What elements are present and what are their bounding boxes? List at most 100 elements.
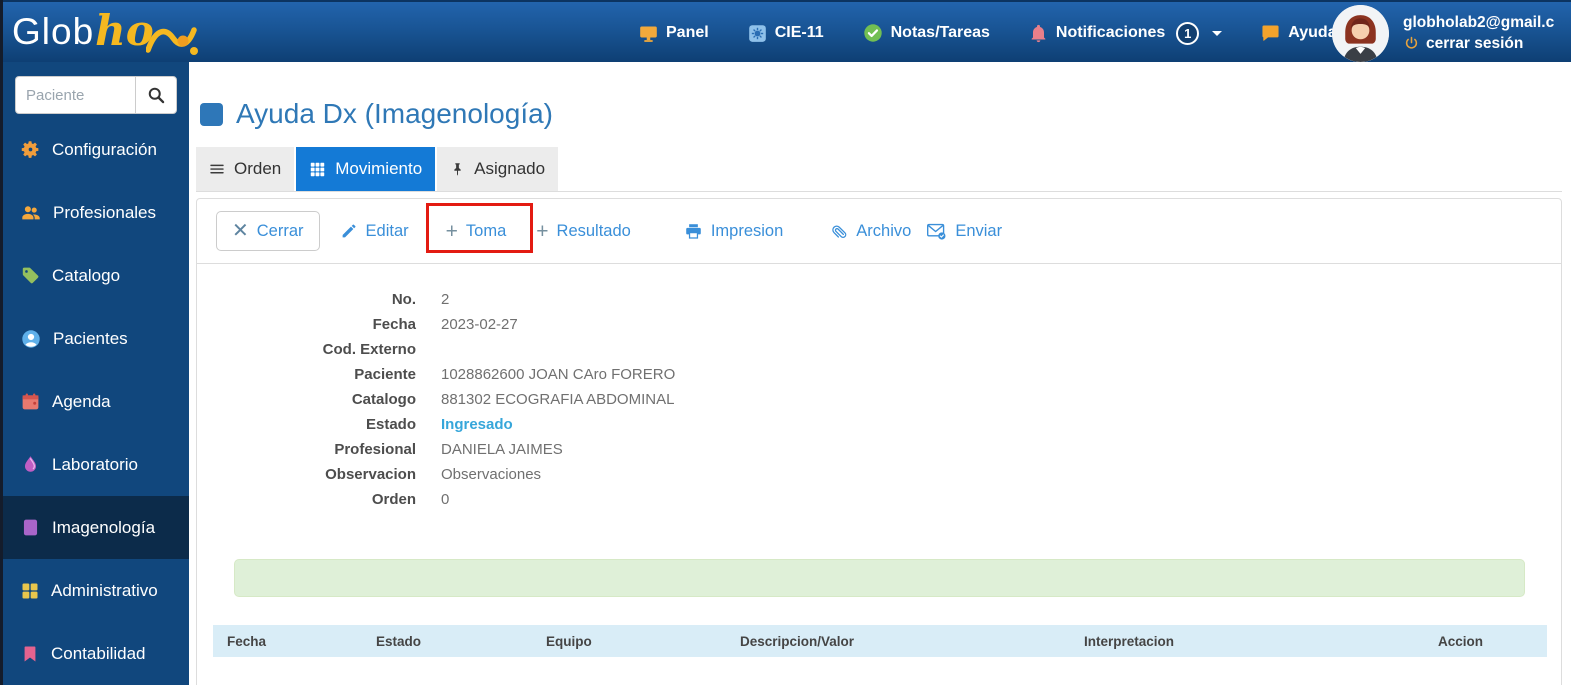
- account-email: globholab2@gmail.c: [1403, 13, 1555, 31]
- detail-row-no: No. 2: [197, 287, 1561, 312]
- sidebar-item-catalogo[interactable]: Catalogo: [0, 244, 189, 307]
- tab-movimiento[interactable]: Movimiento: [296, 147, 436, 191]
- nav-item-label: Notificaciones: [1055, 24, 1166, 41]
- tabs-bar: Orden Movimiento Asignado: [196, 147, 1562, 192]
- search-icon: [148, 87, 165, 104]
- sidebar-nav: Configuración Profesionales Catalogo Pac…: [0, 118, 189, 685]
- detail-label: Profesional: [334, 441, 416, 458]
- sidebar-item-pacientes[interactable]: Pacientes: [0, 307, 189, 370]
- tab-label: Asignado: [474, 159, 546, 178]
- page-title-icon: [200, 102, 223, 126]
- detail-label: No.: [391, 291, 416, 308]
- cie11-icon: [748, 24, 766, 42]
- user-avatar[interactable]: [1332, 4, 1389, 62]
- detail-row-fecha: Fecha 2023-02-27: [197, 312, 1561, 337]
- users-icon: [22, 205, 40, 219]
- detail-label: Observacion: [325, 466, 416, 483]
- logout-button[interactable]: cerrar sesión: [1403, 35, 1554, 53]
- detail-value: 0: [441, 491, 450, 508]
- grid-icon: [311, 162, 325, 176]
- toma-button[interactable]: + Toma: [446, 221, 507, 242]
- detail-value: 2: [441, 291, 450, 308]
- window-left-edge: [0, 0, 3, 685]
- chat-bubble-icon: [1262, 24, 1279, 41]
- monitor-icon: [640, 26, 657, 42]
- resultado-button[interactable]: + Resultado: [536, 221, 631, 242]
- detail-row-cod-externo: Cod. Externo: [197, 337, 1561, 362]
- detail-label: Fecha: [372, 316, 416, 333]
- enviar-button[interactable]: Enviar: [926, 222, 1002, 241]
- detail-value: 1028862600 JOAN CAro FORERO: [441, 366, 676, 383]
- sidebar-item-label: Laboratorio: [52, 454, 139, 474]
- col-header-accion: Accion: [1424, 625, 1547, 657]
- tool-label: Impresion: [710, 221, 784, 240]
- detail-row-observacion: Observacion Observaciones: [197, 462, 1561, 487]
- top-navbar: Glob ho Panel CIE-11 Notas/Tareas Notifi…: [0, 0, 1571, 62]
- printer-icon: [686, 223, 701, 239]
- logo-swoosh-icon: [145, 27, 198, 55]
- detail-row-catalogo: Catalogo 881302 ECOGRAFIA ABDOMINAL: [197, 387, 1561, 412]
- image-square-icon: [23, 519, 38, 536]
- sidebar-item-label: Configuración: [52, 139, 157, 159]
- nav-item-label: Ayuda: [1288, 24, 1337, 41]
- nav-item-panel[interactable]: Panel: [638, 23, 709, 44]
- cerrar-button[interactable]: ✕ Cerrar: [216, 211, 320, 251]
- tool-label: Enviar: [955, 221, 1003, 240]
- sidebar-item-label: Profesionales: [53, 202, 157, 222]
- bookmark-icon: [24, 646, 36, 661]
- paperclip-icon: [832, 225, 847, 238]
- sidebar-item-administrativo[interactable]: Administrativo: [0, 559, 189, 622]
- bell-icon: [1031, 24, 1046, 42]
- sidebar-item-configuracion[interactable]: Configuración: [0, 118, 189, 181]
- detail-value: 2023-02-27: [441, 316, 518, 333]
- sidebar-item-agenda[interactable]: Agenda: [0, 370, 189, 433]
- sidebar-item-profesionales[interactable]: Profesionales: [0, 181, 189, 244]
- gear-icon: [21, 141, 39, 158]
- chevron-down-icon: [1212, 30, 1223, 36]
- sidebar-item-laboratorio[interactable]: Laboratorio: [0, 433, 189, 496]
- sidebar-item-label: Imagenología: [52, 517, 156, 537]
- app-logo[interactable]: Glob ho: [12, 6, 200, 60]
- logout-label: cerrar sesión: [1426, 34, 1524, 52]
- success-alert: [234, 559, 1525, 597]
- tool-label: Toma: [465, 221, 507, 240]
- envelope-check-icon: [927, 223, 946, 240]
- calendar-icon: [22, 393, 39, 410]
- sidebar-item-label: Catalogo: [52, 265, 121, 285]
- col-header-equipo: Equipo: [532, 625, 726, 657]
- user-circle-icon: [22, 329, 40, 348]
- col-header-descripcion-valor: Descripcion/Valor: [726, 625, 1070, 657]
- col-header-fecha: Fecha: [213, 625, 362, 657]
- sidebar-item-label: Contabilidad: [51, 643, 146, 663]
- search-button[interactable]: [135, 76, 177, 114]
- tab-orden[interactable]: Orden: [196, 147, 295, 191]
- sidebar-item-contabilidad[interactable]: Contabilidad: [0, 622, 189, 685]
- plus-icon: +: [445, 219, 458, 243]
- detail-row-profesional: Profesional DANIELA JAIMES: [197, 437, 1561, 462]
- detail-label: Catalogo: [351, 391, 416, 408]
- pushpin-icon: [454, 162, 461, 176]
- detail-label: Paciente: [354, 366, 416, 383]
- nav-item-notas-tareas[interactable]: Notas/Tareas: [862, 22, 990, 44]
- editar-button[interactable]: Editar: [340, 222, 409, 241]
- status-badge[interactable]: Ingresado: [441, 412, 513, 437]
- navbar-menu: Panel CIE-11 Notas/Tareas Notificaciones…: [638, 2, 1360, 64]
- droplet-icon: [24, 456, 37, 472]
- sidebar: Configuración Profesionales Catalogo: [0, 62, 189, 685]
- page-title-row: Ayuda Dx (Imagenología): [200, 98, 1571, 130]
- nav-item-cie11[interactable]: CIE-11: [747, 23, 824, 44]
- tab-asignado[interactable]: Asignado: [437, 147, 559, 191]
- table-header-row: Fecha Estado Equipo Descripcion/Valor In…: [213, 625, 1547, 657]
- detail-value: 881302 ECOGRAFIA ABDOMINAL: [441, 391, 675, 408]
- archivo-button[interactable]: Archivo: [830, 222, 911, 241]
- account-area: globholab2@gmail.c cerrar sesión: [1332, 2, 1554, 64]
- impresion-button[interactable]: Impresion: [684, 222, 783, 241]
- check-circle-icon: [863, 24, 882, 42]
- sidebar-item-label: Agenda: [52, 391, 111, 411]
- tool-label: Archivo: [856, 221, 912, 240]
- patient-search-input[interactable]: [15, 76, 135, 114]
- sidebar-item-imagenologia[interactable]: Imagenología: [0, 496, 189, 559]
- order-details: No. 2 Fecha 2023-02-27 Cod. Externo Paci…: [197, 264, 1561, 512]
- nav-item-notificaciones[interactable]: Notificaciones 1: [1028, 21, 1223, 45]
- pencil-icon: [342, 224, 356, 238]
